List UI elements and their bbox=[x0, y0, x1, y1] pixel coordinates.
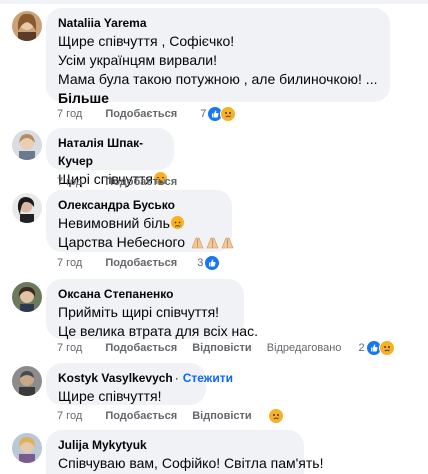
comment-author[interactable]: Julija Mykytyuk bbox=[58, 438, 147, 452]
reaction-summary[interactable]: 7 bbox=[200, 106, 237, 123]
comment-actions: 7 год Подобається 3 bbox=[57, 255, 221, 272]
reaction-summary[interactable]: 2 bbox=[358, 340, 395, 357]
comment-text: Невимовний біль bbox=[58, 215, 170, 231]
like-button[interactable]: Подобається bbox=[105, 106, 177, 122]
sad-face-icon bbox=[170, 216, 184, 229]
reaction-summary[interactable] bbox=[267, 408, 284, 425]
comment-actions: 7 год Подобається 7 bbox=[57, 106, 237, 123]
comment-text: Царства Небесного bbox=[58, 234, 186, 250]
like-icon bbox=[204, 255, 221, 272]
avatar-image bbox=[12, 366, 42, 396]
sad-icon bbox=[378, 340, 395, 357]
avatar[interactable] bbox=[12, 193, 42, 223]
comment-author[interactable]: Оксана Степаненко bbox=[58, 287, 173, 301]
avatar-image bbox=[12, 11, 42, 41]
avatar[interactable] bbox=[12, 130, 42, 160]
comment-author[interactable]: Олександра Бусько bbox=[58, 198, 175, 212]
comment-text-line: Прийміть щирі співчуття! bbox=[58, 304, 220, 320]
comment-time[interactable]: 7 год bbox=[57, 408, 82, 424]
reaction-count: 7 bbox=[200, 108, 207, 121]
comment-header: Kostyk Vasylkevych · Стежити bbox=[58, 369, 233, 387]
sad-icon bbox=[267, 408, 284, 425]
comment-text-line: Царства Небесного bbox=[58, 233, 234, 254]
comment-author[interactable]: Nataliia Yarema bbox=[58, 16, 147, 30]
follow-button[interactable]: Стежити bbox=[183, 371, 233, 385]
avatar[interactable] bbox=[12, 366, 42, 396]
top-divider bbox=[0, 0, 428, 4]
comment-bubble: Оксана Степаненко Прийміть щирі співчутт… bbox=[46, 279, 258, 339]
comment-actions: 7 год Подобається Відповісти bbox=[57, 408, 284, 425]
avatar-image bbox=[12, 282, 42, 312]
comment-text-line: Співчуваю вам, Софійко! Світла пам'ять! bbox=[58, 455, 324, 471]
reply-button[interactable]: Відповісти bbox=[192, 408, 251, 424]
comment-author[interactable]: Наталія Шпак-Кучер bbox=[58, 136, 143, 168]
avatar-image bbox=[12, 130, 42, 160]
comment-time[interactable]: 7 год bbox=[57, 340, 82, 356]
avatar[interactable] bbox=[12, 433, 42, 463]
like-button[interactable]: Подобається bbox=[105, 408, 177, 424]
comment-text-line: Усім українцям вирвали! bbox=[58, 52, 218, 68]
comment-bubble: Julija Mykytyuk Співчуваю вам, Софійко! … bbox=[46, 430, 324, 474]
comment-actions: 7 год Подобається bbox=[57, 174, 189, 190]
avatar-image bbox=[12, 433, 42, 463]
like-button[interactable]: Подобається bbox=[105, 255, 177, 271]
sad-icon bbox=[220, 106, 237, 123]
comment-text-line: Щире співчуття , Софієчко! bbox=[58, 33, 235, 49]
reaction-count: 3 bbox=[197, 257, 204, 270]
comment-bubble: Kostyk Vasylkevych · Стежити Щире співчутт… bbox=[46, 363, 233, 405]
edited-label[interactable]: Відредаговано bbox=[267, 340, 342, 356]
avatar[interactable] bbox=[12, 11, 42, 41]
comment-bubble: Олександра Бусько Невимовний біль Царств… bbox=[46, 190, 234, 254]
separator-dot: · bbox=[174, 371, 179, 385]
comment-author[interactable]: Kostyk Vasylkevych bbox=[58, 371, 173, 385]
reply-button[interactable]: Відповісти bbox=[192, 340, 251, 356]
comment-text-line: Щире співчуття! bbox=[58, 388, 162, 404]
comment-text-line: Мама була такою потужною , але билиночко… bbox=[58, 71, 378, 87]
comment-time[interactable]: 7 год bbox=[57, 255, 82, 271]
avatar-image bbox=[12, 193, 42, 223]
comment-bubble: Nataliia Yarema Щире співчуття , Софієчк… bbox=[46, 8, 390, 106]
comment-bubble: Наталія Шпак-Кучер Щирі співчуття bbox=[46, 128, 174, 187]
avatar[interactable] bbox=[12, 282, 42, 312]
comment-actions: 7 год Подобається Відповісти Відредагова… bbox=[57, 340, 395, 357]
praying-hands-icon bbox=[191, 235, 235, 254]
like-button[interactable]: Подобається bbox=[105, 174, 177, 190]
reaction-summary[interactable]: 3 bbox=[197, 255, 221, 272]
comment-text-line: Невимовний біль bbox=[58, 214, 220, 233]
like-button[interactable]: Подобається bbox=[105, 340, 177, 356]
comment-time[interactable]: 7 год bbox=[57, 106, 82, 122]
comment-text-line: Це велика втрата для всіх нас. bbox=[58, 323, 258, 339]
reaction-count: 2 bbox=[358, 342, 365, 355]
comment-time[interactable]: 7 год bbox=[57, 174, 82, 190]
